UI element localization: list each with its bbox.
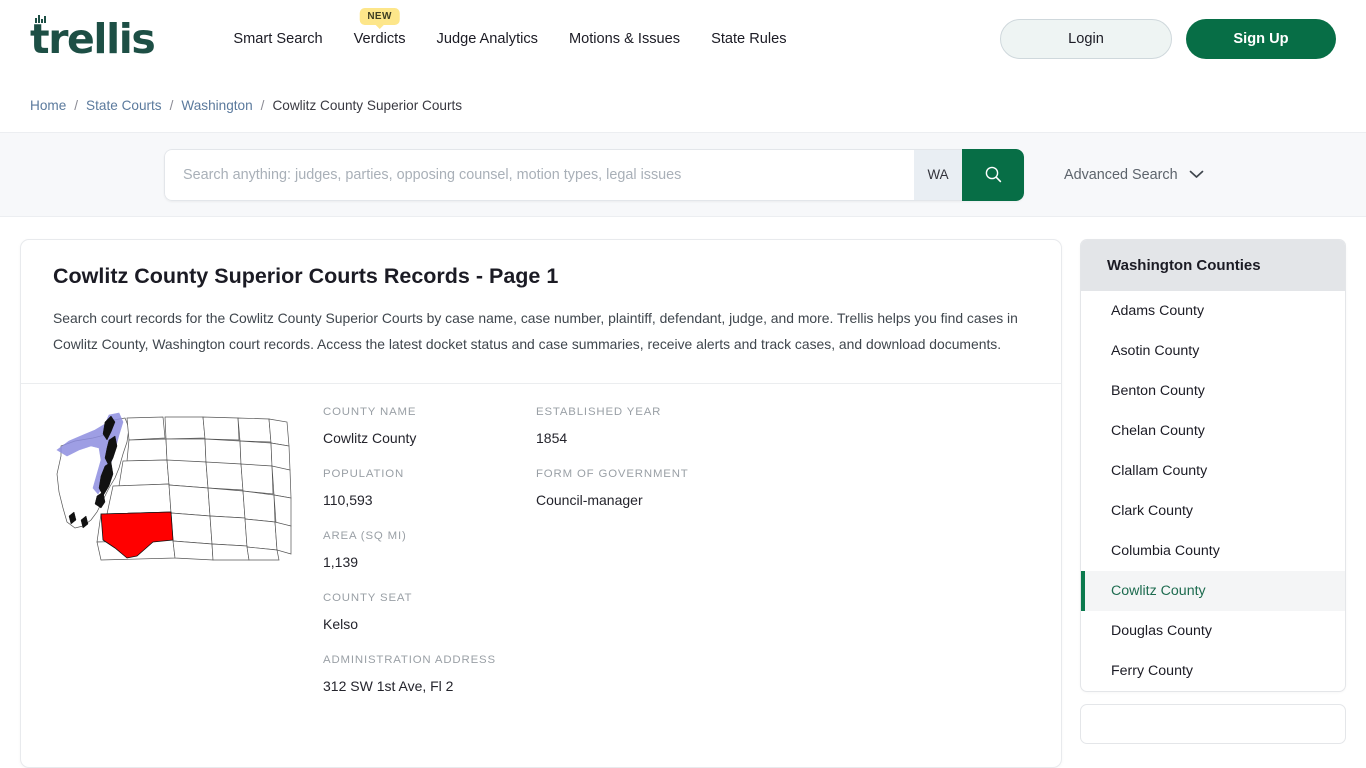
sidebar-item-label: Adams County	[1111, 303, 1205, 319]
page-description: Search court records for the Cowlitz Cou…	[53, 310, 1018, 352]
sidebar-item-clallam-county[interactable]: Clallam County	[1081, 451, 1345, 491]
field-value: 1,139	[323, 554, 359, 570]
field-value: 312 SW 1st Ave, Fl 2	[323, 678, 454, 694]
state-chip-label: WA	[927, 167, 949, 182]
nav-label: State Rules	[711, 31, 787, 47]
magnifier-icon	[985, 166, 1001, 183]
sidebar-item-label: Asotin County	[1111, 343, 1200, 359]
sidebar-item-adams-county[interactable]: Adams County	[1081, 291, 1345, 331]
nav-label: Verdicts	[353, 31, 406, 47]
nav-item-judge-analytics[interactable]: Judge Analytics	[437, 31, 538, 47]
field-value: Cowlitz County	[323, 430, 417, 446]
brand-logo[interactable]: trellis	[30, 14, 156, 63]
nav-label: Motions & Issues	[568, 31, 681, 47]
field-value: Council-manager	[536, 492, 643, 508]
field-value: Kelso	[323, 616, 359, 632]
sidebar-item-ferry-county[interactable]: Ferry County	[1081, 651, 1345, 691]
field-population: POPULATION 110,593	[323, 468, 536, 508]
site-header: trellis Smart Search NEW Verdicts Judge …	[0, 0, 1366, 78]
nav-label: Judge Analytics	[436, 31, 538, 47]
field-label: AREA (SQ MI)	[323, 530, 407, 542]
breadcrumb-separator: /	[169, 97, 174, 113]
auth-actions: Login Sign Up	[1000, 19, 1336, 59]
card-header: Cowlitz County Superior Courts Records -…	[21, 240, 1061, 383]
field-label: COUNTY SEAT	[323, 592, 413, 604]
sidebar-item-clark-county[interactable]: Clark County	[1081, 491, 1345, 531]
nav-item-state-rules[interactable]: State Rules	[711, 31, 786, 47]
county-fields: COUNTY NAME Cowlitz County POPULATION 11…	[323, 406, 1029, 716]
counties-card: Washington Counties Adams County Asotin …	[1080, 239, 1346, 692]
primary-nav: Smart Search NEW Verdicts Judge Analytic…	[233, 8, 787, 47]
field-value: 1854	[536, 430, 568, 446]
new-badge: NEW	[359, 8, 400, 25]
sidebar-item-label: Douglas County	[1111, 623, 1212, 639]
breadcrumb-item-current: Cowlitz County Superior Courts	[272, 97, 463, 113]
brand-name: trellis	[30, 14, 156, 63]
chevron-down-icon	[1189, 170, 1203, 178]
field-established-year: ESTABLISHED YEAR 1854	[536, 406, 836, 446]
breadcrumb-separator: /	[260, 97, 265, 113]
field-value: 110,593	[323, 492, 373, 508]
breadcrumb: Home / State Courts / Washington / Cowli…	[0, 78, 1366, 132]
field-label: ADMINISTRATION ADDRESS	[323, 654, 496, 666]
sidebar-item-benton-county[interactable]: Benton County	[1081, 371, 1345, 411]
county-records-card: Cowlitz County Superior Courts Records -…	[20, 239, 1062, 768]
county-info-region: COUNTY NAME Cowlitz County POPULATION 11…	[21, 384, 1061, 716]
field-area: AREA (SQ MI) 1,139	[323, 530, 536, 570]
field-administration-address: ADMINISTRATION ADDRESS 312 SW 1st Ave, F…	[323, 654, 536, 694]
nav-label: Smart Search	[233, 31, 323, 47]
breadcrumb-separator: /	[74, 97, 79, 113]
login-button[interactable]: Login	[1000, 19, 1172, 59]
search-group: WA	[164, 148, 1024, 201]
fields-column-1: COUNTY NAME Cowlitz County POPULATION 11…	[323, 406, 536, 716]
field-form-of-government: FORM OF GOVERNMENT Council-manager	[536, 468, 836, 508]
search-zone: WA Advanced Search	[0, 132, 1366, 217]
sidebar-item-label: Ferry County	[1111, 663, 1193, 679]
washington-county-map-icon	[56, 412, 292, 561]
nav-item-smart-search[interactable]: Smart Search	[233, 31, 322, 47]
sidebar-item-label: Columbia County	[1111, 543, 1220, 559]
field-label: FORM OF GOVERNMENT	[536, 468, 689, 480]
advanced-search-label: Advanced Search	[1064, 166, 1178, 183]
sidebar-item-cowlitz-county[interactable]: Cowlitz County	[1081, 571, 1345, 611]
field-label: POPULATION	[323, 468, 405, 480]
sidebar-item-label: Clallam County	[1111, 463, 1208, 479]
state-selector-chip[interactable]: WA	[914, 148, 962, 201]
page-body: Cowlitz County Superior Courts Records -…	[0, 217, 1366, 768]
search-input[interactable]	[164, 148, 914, 201]
breadcrumb-item-home[interactable]: Home	[30, 98, 66, 113]
trellis-bars-icon	[35, 14, 46, 23]
page-title: Cowlitz County Superior Courts Records -…	[53, 264, 559, 288]
sidebar-title: Washington Counties	[1081, 240, 1345, 291]
sidebar-item-douglas-county[interactable]: Douglas County	[1081, 611, 1345, 651]
counties-sidebar: Washington Counties Adams County Asotin …	[1080, 239, 1346, 768]
sidebar-item-label: Clark County	[1111, 503, 1194, 519]
nav-item-motions-issues[interactable]: Motions & Issues	[569, 31, 680, 47]
field-county-seat: COUNTY SEAT Kelso	[323, 592, 536, 632]
signup-label: Sign Up	[1233, 31, 1289, 47]
field-county-name: COUNTY NAME Cowlitz County	[323, 406, 536, 446]
breadcrumb-item-washington[interactable]: Washington	[181, 98, 252, 113]
sidebar-item-label: Chelan County	[1111, 423, 1205, 439]
signup-button[interactable]: Sign Up	[1186, 19, 1336, 59]
sidebar-item-asotin-county[interactable]: Asotin County	[1081, 331, 1345, 371]
fields-column-2: ESTABLISHED YEAR 1854 FORM OF GOVERNMENT…	[536, 406, 836, 716]
search-submit-button[interactable]	[962, 148, 1024, 201]
sidebar-item-label: Cowlitz County	[1111, 583, 1206, 599]
sidebar-next-card	[1080, 704, 1346, 744]
sidebar-item-label: Benton County	[1111, 383, 1205, 399]
sidebar-item-columbia-county[interactable]: Columbia County	[1081, 531, 1345, 571]
advanced-search-toggle[interactable]: Advanced Search	[1064, 167, 1204, 183]
sidebar-item-chelan-county[interactable]: Chelan County	[1081, 411, 1345, 451]
nav-item-verdicts[interactable]: NEW Verdicts	[353, 8, 406, 47]
login-label: Login	[1068, 31, 1104, 47]
field-label: ESTABLISHED YEAR	[536, 406, 662, 418]
breadcrumb-item-state-courts[interactable]: State Courts	[86, 98, 162, 113]
field-label: COUNTY NAME	[323, 406, 417, 418]
county-map	[53, 406, 293, 716]
